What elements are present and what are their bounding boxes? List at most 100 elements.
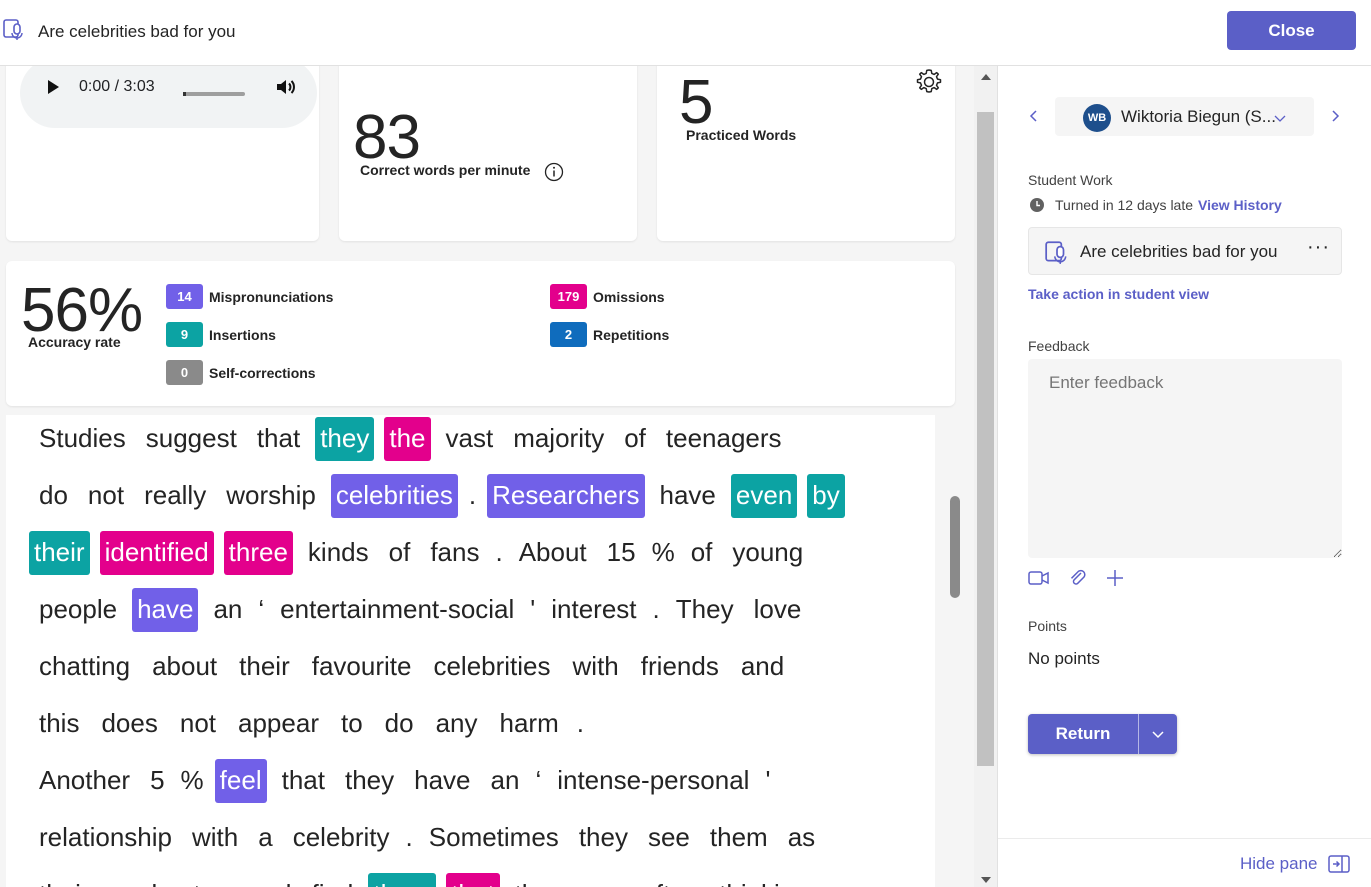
passage-word: that	[281, 765, 325, 795]
omitted-word[interactable]: the	[384, 417, 431, 461]
passage-word: entertainment-social	[280, 594, 515, 624]
passage-word: their	[34, 873, 95, 887]
repetitions-stat: 2 Repetitions	[550, 322, 669, 347]
passage-word: of	[388, 537, 411, 567]
close-button[interactable]: Close	[1227, 11, 1356, 50]
repetitions-count: 2	[550, 322, 587, 347]
passage-word: find	[306, 873, 358, 887]
mispronounced-word[interactable]: have	[132, 588, 199, 632]
mispronounced-word[interactable]: celebrities	[330, 474, 458, 518]
chevron-down-icon	[1152, 731, 1164, 739]
passage-word: a	[258, 822, 273, 852]
passage-scrollbar-thumb[interactable]	[950, 496, 960, 598]
avatar: WB	[1083, 104, 1111, 132]
passage-line: their soulmates andfind them that theyareofte…	[34, 873, 814, 887]
attach-icon[interactable]	[1067, 568, 1089, 588]
passage-word: young	[732, 537, 804, 567]
self-corrections-stat: 0 Self-corrections	[166, 360, 316, 385]
omitted-word[interactable]: three	[223, 531, 293, 575]
passage-word: .	[405, 822, 413, 852]
view-history-link[interactable]: View History	[1198, 197, 1282, 213]
passage-word: as	[787, 822, 816, 852]
passage-word: not	[179, 708, 217, 738]
omitted-word[interactable]: that	[446, 873, 500, 887]
inserted-word[interactable]: even	[730, 474, 798, 518]
practiced-words-card: 5 Practiced Words	[657, 66, 955, 241]
inserted-word[interactable]: them	[368, 873, 437, 887]
passage-word: fans	[430, 537, 480, 567]
passage-word: ‘	[258, 594, 265, 624]
passage-word: have	[659, 480, 716, 510]
reading-progress-icon	[3, 19, 23, 40]
passage-word: of	[624, 423, 646, 453]
student-work-item[interactable]: Are celebrities bad for you ···	[1028, 227, 1342, 275]
passage-word: 5	[150, 765, 165, 795]
volume-icon[interactable]	[274, 75, 298, 99]
inserted-word[interactable]: they	[315, 417, 375, 461]
feedback-label: Feedback	[1028, 338, 1090, 354]
passage-word: teenagers	[665, 423, 782, 453]
feedback-field[interactable]	[1028, 359, 1342, 558]
passage-word: vast	[445, 423, 494, 453]
page-scrollbar-thumb[interactable]	[977, 112, 994, 766]
return-options-button[interactable]	[1138, 714, 1177, 754]
passage-word: They	[675, 594, 734, 624]
hide-pane-label: Hide pane	[1240, 854, 1318, 873]
page-scrollbar[interactable]	[974, 66, 997, 887]
scroll-down-arrow-icon[interactable]	[981, 877, 991, 883]
hide-pane-icon	[1327, 855, 1350, 873]
passage-word: not	[87, 480, 125, 510]
insertions-stat: 9 Insertions	[166, 322, 276, 347]
passage-line: chatting about their favourite celebrities wi…	[34, 645, 789, 689]
passage-word: them	[709, 822, 768, 852]
audio-seek-bar[interactable]	[183, 92, 245, 96]
passage-word: 15	[606, 537, 636, 567]
student-work-label: Student Work	[1028, 172, 1113, 188]
inserted-word[interactable]: their	[29, 531, 90, 575]
take-action-link[interactable]: Take action in student view	[1028, 286, 1209, 302]
passage-word: .	[576, 708, 584, 738]
omitted-word[interactable]: identified	[99, 531, 214, 575]
settings-gear-icon[interactable]	[913, 66, 945, 98]
passage-line: their identified three kinds of fans. About 15%…	[29, 531, 808, 575]
mispronunciations-count: 14	[166, 284, 203, 309]
play-icon[interactable]	[48, 80, 59, 94]
passage-word: an	[490, 765, 520, 795]
passage-line: people have an ‘ entertainment-social ' intere…	[34, 588, 806, 632]
inserted-word[interactable]: by	[807, 474, 845, 518]
scroll-up-arrow-icon[interactable]	[981, 74, 991, 80]
passage-line: do not really worship celebrities. Researcher…	[34, 474, 845, 518]
passage-word: favourite	[311, 651, 412, 681]
return-button[interactable]: Return	[1028, 714, 1177, 754]
passage-word: do	[384, 708, 414, 738]
passage-word: celebrities	[433, 651, 551, 681]
passage-word: celebrity	[292, 822, 390, 852]
grading-side-pane: WB Wiktoria Biegun (S... Student Work Tu…	[997, 66, 1371, 887]
assignment-title: Are celebrities bad for you	[38, 22, 236, 41]
self-corrections-label: Self-corrections	[209, 364, 316, 381]
info-icon[interactable]	[544, 162, 564, 182]
mispronounced-word[interactable]: Researchers	[487, 474, 645, 518]
previous-student-chevron-icon[interactable]	[1028, 108, 1040, 124]
passage-word: .	[468, 480, 477, 510]
repetitions-label: Repetitions	[593, 326, 670, 343]
student-selector[interactable]: WB Wiktoria Biegun (S...	[1055, 97, 1314, 136]
passage-word: About	[518, 537, 587, 567]
video-icon[interactable]	[1028, 568, 1050, 588]
passage-word: interest	[551, 594, 637, 624]
mispronounced-word[interactable]: feel	[214, 759, 267, 803]
reading-progress-icon	[1045, 241, 1067, 264]
mispronunciations-label: Mispronunciations	[209, 288, 334, 305]
passage-word: they	[510, 873, 569, 887]
return-button-label[interactable]: Return	[1028, 714, 1138, 754]
next-student-chevron-icon[interactable]	[1329, 108, 1341, 124]
hide-pane-button[interactable]: Hide pane	[1240, 854, 1350, 874]
passage-word: Studies	[39, 423, 126, 453]
omissions-label: Omissions	[593, 288, 665, 305]
add-icon[interactable]	[1104, 568, 1126, 588]
passage-word: they	[344, 765, 395, 795]
passage-word: .	[495, 537, 503, 567]
points-label: Points	[1028, 618, 1067, 634]
more-options-icon[interactable]: ···	[1307, 236, 1330, 259]
student-work-name: Are celebrities bad for you	[1080, 242, 1278, 261]
